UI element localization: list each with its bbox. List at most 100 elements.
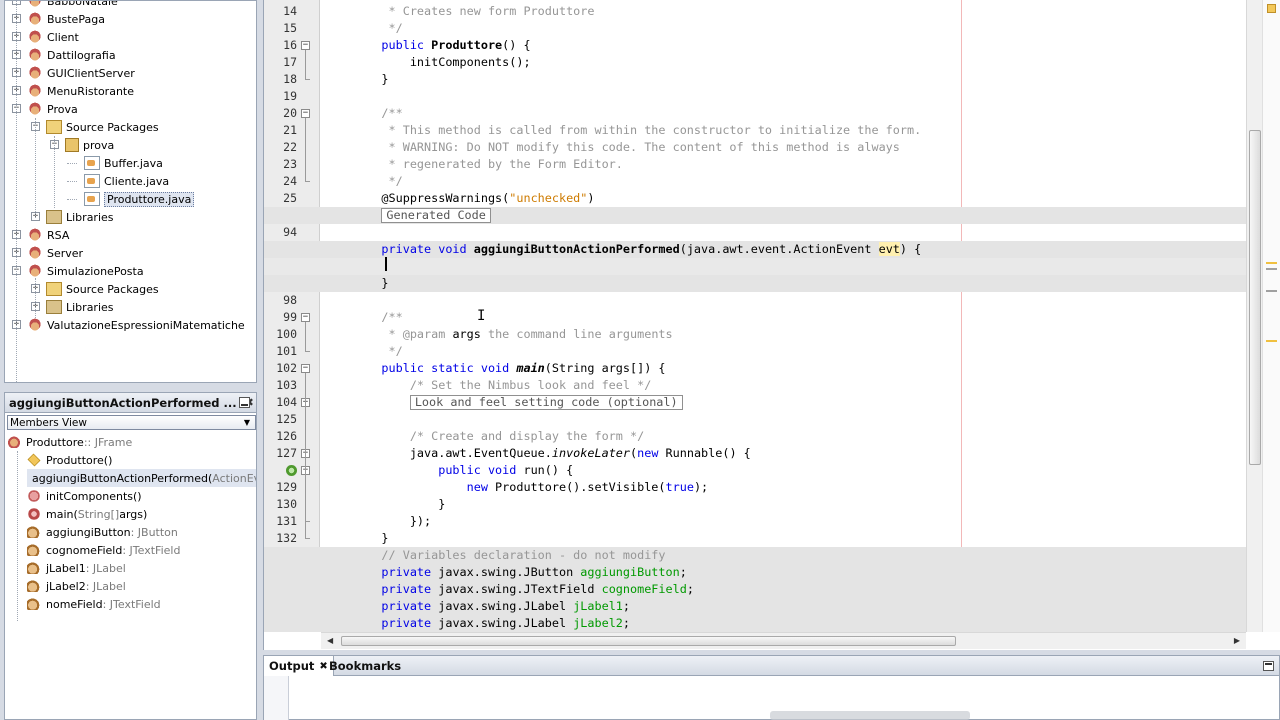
code-line[interactable]: private javax.swing.JLabel jLabel1;	[264, 598, 1246, 615]
code-line[interactable]: }	[264, 275, 1246, 292]
code-line[interactable]: */	[321, 173, 1246, 190]
code-line[interactable]: * WARNING: Do NOT modify this code. The …	[321, 139, 1246, 156]
project-tree-item[interactable]: Libraries	[46, 298, 114, 316]
folded-code-block[interactable]: Look and feel setting code (optional)	[409, 395, 683, 410]
code-line[interactable]: }	[321, 530, 1246, 547]
project-tree-item-label: Dattilografia	[47, 48, 116, 62]
code-line[interactable]	[321, 224, 1246, 241]
code-line[interactable]: /**	[321, 105, 1246, 122]
navigator-member[interactable]: initComponents()	[27, 487, 142, 505]
warning-status-icon[interactable]	[1267, 4, 1276, 13]
project-tree-item[interactable]: BabboNatale	[27, 1, 118, 10]
project-tree-item[interactable]: ValutazioneEspressioniMatematiche	[27, 316, 245, 334]
project-tree-item[interactable]: Produttore.java	[84, 190, 195, 208]
project-tree-item[interactable]: RSA	[27, 226, 69, 244]
code-line[interactable]: });	[321, 513, 1246, 530]
code-line[interactable]	[264, 258, 1246, 275]
navigator-member[interactable]: jLabel2 : JLabel	[27, 577, 126, 595]
collapse-fold-icon[interactable]: −	[301, 109, 310, 118]
navigator-member[interactable]: aggiungiButtonActionPerformed(ActionEven	[27, 469, 256, 487]
project-tree-item[interactable]: SimulazionePosta	[27, 262, 144, 280]
code-line[interactable]: * This method is called from within the …	[321, 122, 1246, 139]
project-tree-item[interactable]: Cliente.java	[84, 172, 169, 190]
member-type: String[]	[77, 507, 120, 521]
project-tree-item-label: Buffer.java	[104, 156, 163, 170]
code-line[interactable]: java.awt.EventQueue.invokeLater(new Runn…	[321, 445, 1246, 462]
scroll-right-icon[interactable]: ▶	[1234, 636, 1240, 645]
code-line[interactable]: initComponents();	[321, 54, 1246, 71]
project-tree-item[interactable]: Dattilografia	[27, 46, 116, 64]
stripe-mark[interactable]	[1266, 340, 1277, 342]
tab-bookmarks[interactable]: Bookmarks	[324, 656, 406, 676]
navigator-member[interactable]: Produttore()	[27, 451, 112, 469]
vertical-scrollbar[interactable]	[1246, 0, 1262, 632]
stripe-mark[interactable]	[1266, 268, 1277, 270]
code-line[interactable]	[321, 292, 1246, 309]
members-view-select[interactable]: Members View ▼	[7, 415, 256, 430]
override-annotation-icon[interactable]	[286, 465, 297, 476]
horizontal-scroll-thumb[interactable]	[341, 636, 956, 646]
code-line[interactable]: public Produttore() {	[321, 37, 1246, 54]
code-line[interactable]: Look and feel setting code (optional)	[321, 394, 1246, 411]
code-line[interactable]: /* Create and display the form */	[321, 428, 1246, 445]
project-tree-item[interactable]: Source Packages	[46, 280, 159, 298]
scroll-left-icon[interactable]: ◀	[327, 636, 333, 645]
code-line[interactable]: */	[321, 20, 1246, 37]
code-line[interactable]	[321, 411, 1246, 428]
project-tree-item[interactable]: prova	[65, 136, 114, 154]
code-line[interactable]: }	[321, 496, 1246, 513]
code-line[interactable]: private void aggiungiButtonActionPerform…	[264, 241, 1246, 258]
collapse-fold-icon[interactable]: −	[301, 313, 310, 322]
code-line[interactable]: private javax.swing.JTextField cognomeFi…	[264, 581, 1246, 598]
project-tree-item-label: Client	[47, 30, 79, 44]
stripe-mark[interactable]	[1266, 290, 1277, 292]
navigator-member[interactable]: nomeField : JTextField	[27, 595, 161, 613]
error-stripe[interactable]	[1262, 0, 1280, 632]
project-tree-item[interactable]: Server	[27, 244, 83, 262]
code-editor[interactable]: 141516−17181920−212223242526+9495−969798…	[263, 0, 1280, 650]
member-type: : JButton	[130, 525, 178, 539]
collapse-fold-icon[interactable]: −	[301, 41, 310, 50]
navigator-member[interactable]: cognomeField : JTextField	[27, 541, 180, 559]
code-line[interactable]: * @param args the command line arguments	[321, 326, 1246, 343]
navigator-member[interactable]: jLabel1 : JLabel	[27, 559, 126, 577]
collapse-fold-icon[interactable]: −	[301, 364, 310, 373]
navigator-member[interactable]: main(String[] args)	[27, 505, 147, 523]
code-token: the command line arguments	[480, 327, 673, 341]
code-line[interactable]: @SuppressWarnings("unchecked")	[321, 190, 1246, 207]
project-tree-item[interactable]: GUIClientServer	[27, 64, 135, 82]
code-line[interactable]: /**	[321, 309, 1246, 326]
code-line[interactable]: */	[321, 343, 1246, 360]
code-line[interactable]: * regenerated by the Form Editor.	[321, 156, 1246, 173]
line-number: 24	[283, 174, 297, 188]
stripe-mark[interactable]	[1266, 262, 1277, 264]
code-line[interactable]: Generated Code	[264, 207, 1246, 224]
code-line[interactable]: public static void main(String args[]) {	[321, 360, 1246, 377]
project-tree-item[interactable]: Buffer.java	[84, 154, 163, 172]
code-line[interactable]: * Creates new form Produttore	[321, 3, 1246, 20]
output-minimize-icon[interactable]	[1263, 661, 1274, 671]
code-line[interactable]: new Produttore().setVisible(true);	[321, 479, 1246, 496]
navigator-minimize-icon[interactable]	[239, 397, 250, 408]
project-tree-item[interactable]: Libraries	[46, 208, 114, 226]
code-line[interactable]: public void run() {	[321, 462, 1246, 479]
project-tree-item[interactable]: BustePaga	[27, 10, 105, 28]
code-line[interactable]: // Variables declaration - do not modify	[264, 547, 1246, 564]
netbeans-ide-window: + BabboNatale + BustePaga + Client + Dattilogra…	[0, 0, 1280, 720]
navigator-member[interactable]: aggiungiButton : JButton	[27, 523, 178, 541]
code-line[interactable]: private javax.swing.JLabel jLabel2;	[264, 615, 1246, 632]
vertical-scroll-thumb[interactable]	[1249, 130, 1261, 465]
code-line[interactable]: /* Set the Nimbus look and feel */	[321, 377, 1246, 394]
horizontal-scrollbar[interactable]: ◀ ▶	[321, 632, 1246, 649]
folded-code-block[interactable]: Generated Code	[381, 208, 491, 223]
project-tree-item[interactable]: Client	[27, 28, 79, 46]
navigator-member[interactable]: Produttore :: JFrame	[7, 433, 132, 451]
code-line[interactable]: }	[321, 71, 1246, 88]
project-tree-item[interactable]: Prova	[27, 100, 78, 118]
code-line[interactable]	[321, 88, 1246, 105]
code-line[interactable]: private javax.swing.JButton aggiungiButt…	[264, 564, 1246, 581]
project-tree-item[interactable]: Source Packages	[46, 118, 159, 136]
project-tree-item[interactable]: MenuRistorante	[27, 82, 134, 100]
code-token: invokeLater	[551, 446, 631, 460]
code-token: evt	[878, 242, 900, 256]
